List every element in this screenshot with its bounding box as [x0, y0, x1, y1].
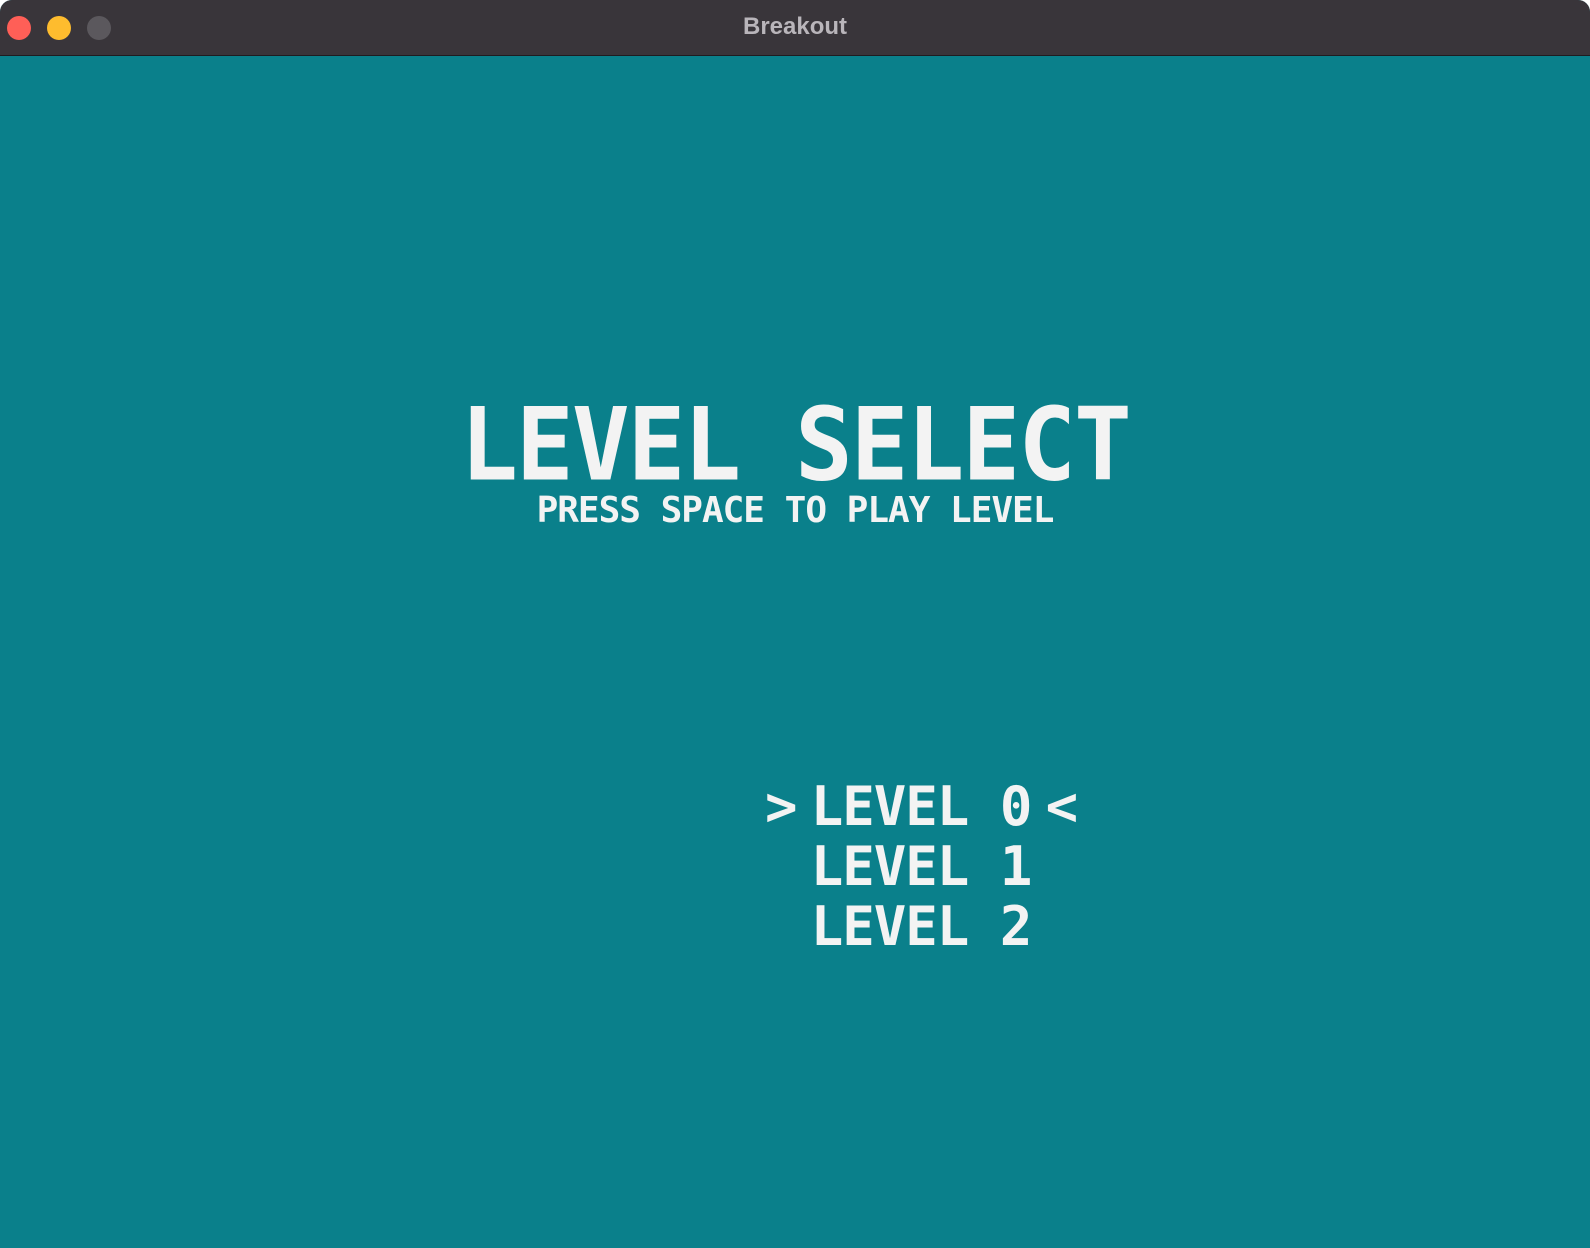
- level-select-heading: LEVEL SELECT: [460, 386, 1132, 504]
- level-list: > LEVEL 0 < LEVEL 1 LEVEL 2: [0, 717, 1590, 957]
- game-canvas[interactable]: LEVEL SELECT PRESS SPACE TO PLAY LEVEL >…: [0, 57, 1590, 1248]
- instruction-text: PRESS SPACE TO PLAY LEVEL: [536, 490, 1055, 531]
- level-item-1[interactable]: LEVEL 1: [0, 777, 1590, 897]
- level-item-2[interactable]: LEVEL 2: [0, 837, 1590, 957]
- title-bar[interactable]: Breakout: [0, 0, 1590, 56]
- level-item-0[interactable]: > LEVEL 0 <: [0, 717, 1590, 837]
- window-title: Breakout: [742, 13, 848, 40]
- level-label: LEVEL 2: [810, 895, 1033, 958]
- app-window: Breakout LEVEL SELECT PRESS SPACE TO PLA…: [0, 0, 1590, 1248]
